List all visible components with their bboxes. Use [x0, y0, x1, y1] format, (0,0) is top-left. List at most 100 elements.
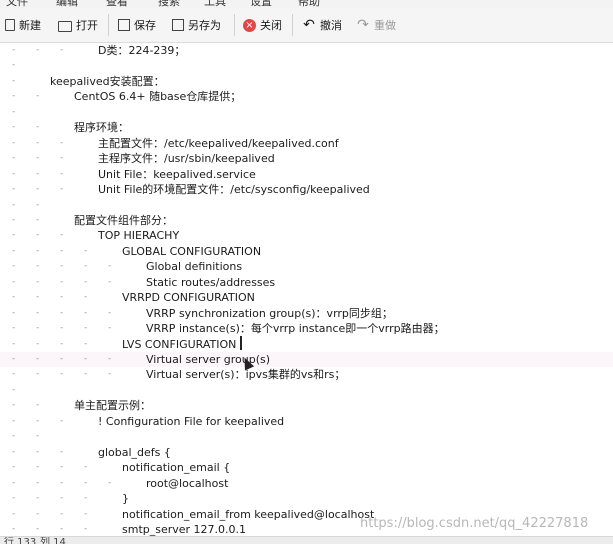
indent-guide: -	[12, 493, 16, 504]
open-button[interactable]: 打开	[58, 16, 98, 34]
indent-guide: -	[36, 214, 40, 225]
editor-line[interactable]: - - - - VRRPD CONFIGURATION	[0, 290, 613, 305]
editor-line[interactable]: - - - - - Virtual server(s)：ipvs集群的vs和rs；	[0, 367, 613, 382]
line-text: 主配置文件：/etc/keepalived/keepalived.conf	[98, 136, 339, 150]
indent-guide: -	[84, 292, 88, 303]
line-text: }	[122, 492, 129, 506]
save-button-label: 保存	[134, 19, 156, 32]
indent-guide: -	[12, 137, 16, 148]
editor-line[interactable]: - - 程序环境：	[0, 120, 613, 135]
menu-edit[interactable]: 编辑	[56, 0, 78, 8]
editor-line[interactable]: - - - global_defs {	[0, 445, 613, 460]
editor-line[interactable]: - keepalived安装配置：	[0, 74, 613, 89]
new-button[interactable]: 新建	[5, 16, 41, 34]
indent-guide: -	[60, 261, 64, 272]
menu-tools[interactable]: 工具	[204, 0, 226, 8]
line-text: root@localhost	[146, 476, 229, 490]
editor-line[interactable]: - - - - - root@localhost	[0, 476, 613, 491]
indent-guide: -	[60, 462, 64, 473]
indent-guide: -	[60, 45, 64, 55]
indent-guide: -	[36, 122, 40, 133]
indent-guide: -	[12, 523, 16, 534]
indent-guide: -	[60, 245, 64, 256]
editor-line[interactable]: - - - 主程序文件：/usr/sbin/keepalived	[0, 151, 613, 166]
indent-guide: -	[12, 214, 16, 225]
indent-guide: -	[12, 323, 16, 334]
undo-button[interactable]: ↶ 撤消	[302, 16, 342, 34]
toolbar: 新建 打开 保存 另存为 × 关闭 ↶ 撤消 ↷ 重做	[0, 8, 613, 43]
editor-line[interactable]: -	[0, 383, 613, 398]
editor-line[interactable]: - - - -}	[0, 491, 613, 506]
indent-guide: -	[84, 354, 88, 364]
indent-guide: -	[84, 477, 88, 488]
indent-guide: -	[60, 168, 64, 179]
undo-icon: ↶	[303, 17, 315, 33]
indent-guide: -	[36, 276, 40, 287]
indent-guide: -	[36, 184, 40, 195]
editor-line[interactable]: - - - Unit File：keepalived.service	[0, 167, 613, 182]
indent-guide: -	[36, 292, 40, 303]
editor-line[interactable]: - - 配置文件组件部分：	[0, 213, 613, 228]
editor-line[interactable]: - - - Unit File的环境配置文件：/etc/sysconfig/keepa…	[0, 182, 613, 197]
indent-guide: -	[36, 323, 40, 334]
indent-guide: -	[12, 292, 16, 303]
editor-line[interactable]: - - - - - Virtual server group(s)	[0, 352, 613, 367]
indent-guide: -	[12, 75, 16, 86]
editor-line[interactable]: - - - - LVS CONFIGURATION	[0, 337, 613, 352]
indent-guide: -	[84, 523, 88, 534]
editor-line[interactable]: - - - - - VRRP synchronization group(s)：vrrp同…	[0, 306, 613, 321]
editor-line[interactable]: --	[0, 429, 613, 444]
indent-guide: -	[36, 153, 40, 164]
save-as-button[interactable]: 另存为	[172, 16, 221, 34]
indent-guide: -	[108, 369, 112, 380]
redo-button-label: 重做	[374, 19, 396, 32]
indent-guide: -	[36, 45, 40, 55]
editor-line[interactable]: -	[0, 58, 613, 73]
indent-guide: -	[60, 508, 64, 519]
indent-guide: -	[12, 462, 16, 473]
menu-help[interactable]: 帮助	[298, 0, 320, 8]
editor-line[interactable]: - - - - - VRRP instance(s)：每个vrrp instance即一个…	[0, 321, 613, 336]
editor-line[interactable]: - - - - notification_email {	[0, 460, 613, 475]
line-text: notification_email {	[122, 461, 231, 475]
close-button[interactable]: × 关闭	[243, 16, 282, 34]
indent-guide: -	[12, 168, 16, 179]
indent-guide: -	[60, 493, 64, 504]
save-button[interactable]: 保存	[118, 16, 156, 34]
editor-line[interactable]: - - - TOP HIERACHY	[0, 228, 613, 243]
menu-view[interactable]: 查看	[106, 0, 128, 8]
toolbar-separator	[292, 14, 293, 36]
line-text: GLOBAL CONFIGURATION	[122, 244, 262, 258]
editor-line[interactable]: - - - - - Static routes/addresses	[0, 275, 613, 290]
indent-guide: -	[12, 338, 16, 349]
editor-line[interactable]: - - - D类：224-239；	[0, 43, 613, 58]
editor-line[interactable]: - - - - GLOBAL CONFIGURATION	[0, 244, 613, 259]
indent-guide: -	[36, 415, 40, 426]
undo-button-label: 撤消	[320, 19, 342, 32]
indent-guide: -	[36, 168, 40, 179]
menu-settings[interactable]: 设置	[250, 0, 272, 8]
close-button-label: 关闭	[260, 19, 282, 32]
open-button-label: 打开	[76, 19, 98, 32]
indent-guide: -	[12, 384, 16, 395]
redo-button[interactable]: ↷ 重做	[356, 16, 396, 34]
line-text: ! Configuration File for keepalived	[98, 414, 285, 428]
editor-line[interactable]: - - CentOS 6.4+ 随base仓库提供；	[0, 89, 613, 104]
indent-guide: -	[84, 493, 88, 504]
indent-guide: -	[84, 369, 88, 380]
menu-file[interactable]: 文件	[6, 0, 28, 8]
editor-line[interactable]: - - - ! Configuration File for keepalived	[0, 414, 613, 429]
line-text: VRRP instance(s)：每个vrrp instance即一个vrrp路…	[146, 322, 445, 336]
editor-line[interactable]: -	[0, 105, 613, 120]
line-text: VRRPD CONFIGURATION	[122, 291, 255, 305]
editor-line[interactable]: - - - - - Global definitions	[0, 259, 613, 274]
indent-guide: -	[36, 477, 40, 488]
watermark: https://blog.csdn.net/qq_42227818	[360, 516, 589, 531]
indent-guide: -	[60, 369, 64, 380]
text-editor-area[interactable]: - - - D类：224-239； - - keepalived安装配置： - - CentOS …	[0, 43, 613, 536]
editor-line[interactable]: - - 单主配置示例：	[0, 398, 613, 413]
menu-search[interactable]: 搜索	[158, 0, 180, 8]
editor-line[interactable]: - - - 主配置文件：/etc/keepalived/keepalived.conf	[0, 136, 613, 151]
indent-guide: -	[36, 338, 40, 349]
editor-line[interactable]: --	[0, 198, 613, 213]
